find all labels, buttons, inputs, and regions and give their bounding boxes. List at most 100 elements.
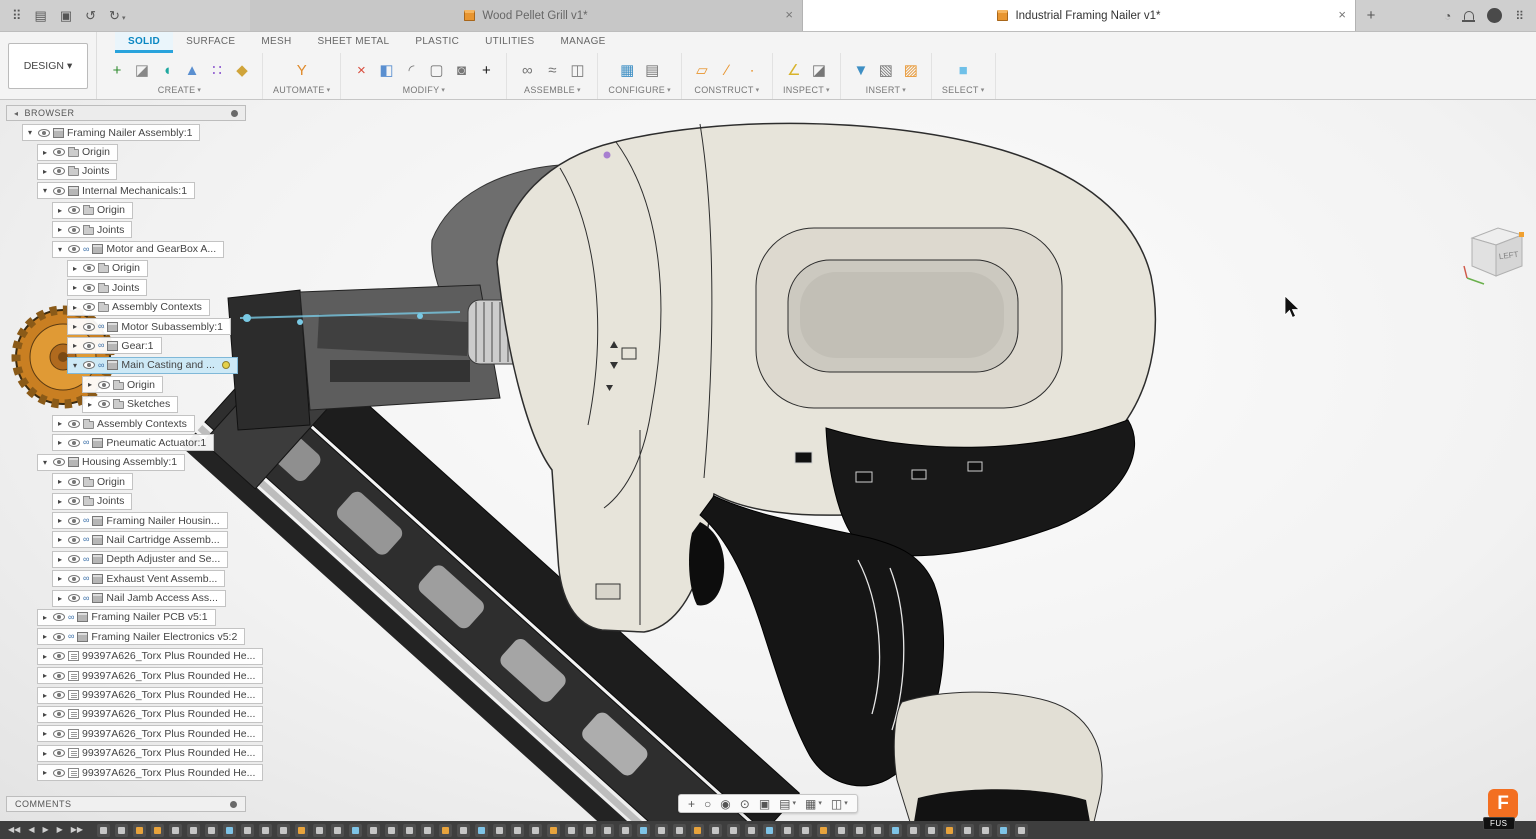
redo-icon[interactable]: ↻ xyxy=(109,9,125,22)
select-icon[interactable]: ■ xyxy=(953,58,973,82)
timeline-feature-icon[interactable] xyxy=(835,824,848,837)
tree-row[interactable]: Origin xyxy=(6,375,246,394)
notification-bell-icon[interactable] xyxy=(1464,11,1474,20)
ribbon-group-select-label[interactable]: SELECT▾ xyxy=(942,85,985,98)
visibility-eye-icon[interactable] xyxy=(68,245,80,253)
zoom-icon[interactable]: ⊙ xyxy=(737,798,753,810)
tree-row[interactable]: 99397A626_Torx Plus Rounded He... xyxy=(6,705,246,724)
expand-arrow-icon[interactable] xyxy=(55,245,65,254)
expand-arrow-icon[interactable] xyxy=(40,613,50,622)
press-pull-icon[interactable]: ◧ xyxy=(376,58,396,82)
timeline-feature-icon[interactable] xyxy=(1015,824,1028,837)
primitives-icon[interactable]: ◆ xyxy=(232,58,252,82)
timeline-feature-icon[interactable] xyxy=(439,824,452,837)
construction-point-icon[interactable]: ∙ xyxy=(742,58,762,82)
tree-row[interactable]: Origin xyxy=(6,142,246,161)
tree-row[interactable]: Depth Adjuster and Se... xyxy=(6,550,246,569)
visibility-eye-icon[interactable] xyxy=(68,517,80,525)
timeline-feature-icon[interactable] xyxy=(925,824,938,837)
automate-icon[interactable]: Y xyxy=(292,58,312,82)
visibility-eye-icon[interactable] xyxy=(83,323,95,331)
tree-row[interactable]: Pneumatic Actuator:1 xyxy=(6,433,246,452)
move-copy-icon[interactable]: + xyxy=(476,58,496,82)
visibility-eye-icon[interactable] xyxy=(38,129,50,137)
tree-row[interactable]: Framing Nailer Electronics v5:2 xyxy=(6,627,246,646)
ribbon-group-assemble-label[interactable]: ASSEMBLE▾ xyxy=(524,85,581,98)
new-component-icon[interactable]: + xyxy=(107,58,127,82)
visibility-eye-icon[interactable] xyxy=(98,400,110,408)
timeline-feature-icon[interactable] xyxy=(871,824,884,837)
viewcube[interactable]: LEFT xyxy=(1462,220,1532,290)
ribbon-tab[interactable]: PLASTIC xyxy=(402,32,472,53)
timeline-feature-icon[interactable] xyxy=(781,824,794,837)
visibility-eye-icon[interactable] xyxy=(68,478,80,486)
avatar[interactable] xyxy=(1487,8,1502,23)
timeline-feature-icon[interactable] xyxy=(601,824,614,837)
timeline-feature-icon[interactable] xyxy=(259,824,272,837)
timeline-feature-icon[interactable] xyxy=(349,824,362,837)
visibility-eye-icon[interactable] xyxy=(53,691,65,699)
comments-toggle-dot-icon[interactable] xyxy=(230,801,237,808)
extrude-icon[interactable]: ▲ xyxy=(182,58,202,82)
expand-arrow-icon[interactable] xyxy=(55,594,65,603)
expand-arrow-icon[interactable] xyxy=(55,206,65,215)
visibility-eye-icon[interactable] xyxy=(53,710,65,718)
visibility-eye-icon[interactable] xyxy=(68,420,80,428)
timeline-feature-icon[interactable] xyxy=(295,824,308,837)
ribbon-tab[interactable]: MANAGE xyxy=(548,32,619,53)
ribbon-tab[interactable]: SURFACE xyxy=(173,32,248,53)
browser-header[interactable]: ◂ BROWSER xyxy=(6,105,246,121)
close-icon[interactable]: × xyxy=(785,8,793,21)
tree-row[interactable]: Framing Nailer Housin... xyxy=(6,511,246,530)
visibility-eye-icon[interactable] xyxy=(53,730,65,738)
expand-arrow-icon[interactable] xyxy=(55,497,65,506)
expand-arrow-icon[interactable] xyxy=(55,516,65,525)
timeline-feature-icon[interactable] xyxy=(151,824,164,837)
tree-row[interactable]: Framing Nailer Assembly:1 xyxy=(6,123,246,142)
close-icon[interactable]: × xyxy=(1338,8,1346,21)
shell-icon[interactable]: ▢ xyxy=(426,58,446,82)
ribbon-tab[interactable]: SOLID xyxy=(115,32,173,53)
timeline-feature-icon[interactable] xyxy=(817,824,830,837)
expand-arrow-icon[interactable] xyxy=(55,555,65,564)
timeline-feature-icon[interactable] xyxy=(511,824,524,837)
expand-arrow-icon[interactable] xyxy=(55,419,65,428)
expand-arrow-icon[interactable] xyxy=(40,729,50,738)
visibility-eye-icon[interactable] xyxy=(68,536,80,544)
expand-arrow-icon[interactable] xyxy=(40,691,50,700)
timeline-feature-icon[interactable] xyxy=(673,824,686,837)
tree-row[interactable]: 99397A626_Torx Plus Rounded He... xyxy=(6,724,246,743)
play-icon[interactable]: ▶ xyxy=(42,826,48,834)
tree-row[interactable]: Assembly Contexts xyxy=(6,298,246,317)
expand-arrow-icon[interactable] xyxy=(40,632,50,641)
configure-icon[interactable]: ▦ xyxy=(617,58,637,82)
timeline-feature-icon[interactable] xyxy=(493,824,506,837)
expand-arrow-icon[interactable] xyxy=(70,264,80,273)
expand-arrow-icon[interactable] xyxy=(40,148,50,157)
measure-icon[interactable]: ∠ xyxy=(784,58,804,82)
tree-row[interactable]: Origin xyxy=(6,259,246,278)
expand-arrow-icon[interactable] xyxy=(55,438,65,447)
timeline-feature-icon[interactable] xyxy=(277,824,290,837)
tree-row[interactable]: 99397A626_Torx Plus Rounded He... xyxy=(6,685,246,704)
timeline-feature-icon[interactable] xyxy=(547,824,560,837)
timeline-feature-icon[interactable] xyxy=(979,824,992,837)
viewcube-corner-dot[interactable] xyxy=(1519,232,1524,237)
timeline-feature-icon[interactable] xyxy=(115,824,128,837)
timeline-feature-icon[interactable] xyxy=(97,824,110,837)
timeline-feature-icon[interactable] xyxy=(583,824,596,837)
visibility-eye-icon[interactable] xyxy=(53,633,65,641)
timeline-feature-icon[interactable] xyxy=(565,824,578,837)
expand-arrow-icon[interactable] xyxy=(40,710,50,719)
tree-row[interactable]: Nail Jamb Access Ass... xyxy=(6,588,246,607)
visibility-eye-icon[interactable] xyxy=(53,187,65,195)
timeline-feature-icon[interactable] xyxy=(655,824,668,837)
visibility-eye-icon[interactable] xyxy=(68,555,80,563)
tree-row[interactable]: Framing Nailer PCB v5:1 xyxy=(6,608,246,627)
tree-row[interactable]: Joints xyxy=(6,162,246,181)
tab-industrial-framing-nailer[interactable]: Industrial Framing Nailer v1* × xyxy=(803,0,1356,31)
expand-arrow-icon[interactable] xyxy=(40,458,50,467)
visibility-eye-icon[interactable] xyxy=(68,226,80,234)
pattern-icon[interactable]: ∷ xyxy=(207,58,227,82)
visibility-eye-icon[interactable] xyxy=(83,303,95,311)
